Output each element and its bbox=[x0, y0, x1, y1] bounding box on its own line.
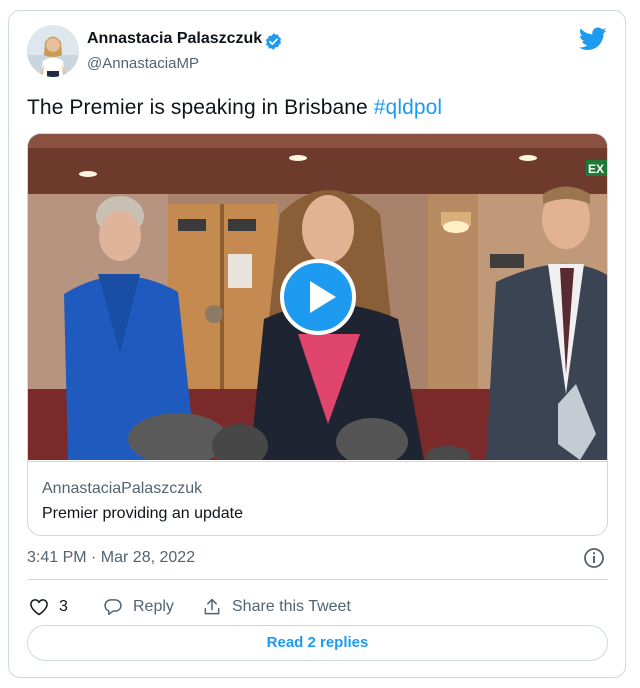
info-icon[interactable] bbox=[583, 547, 605, 569]
card-title: Premier providing an update bbox=[42, 505, 244, 522]
hashtag-link[interactable]: #qldpol bbox=[374, 96, 442, 119]
tweet-body: The Premier is speaking in Brisbane bbox=[27, 96, 374, 119]
play-button[interactable] bbox=[280, 259, 356, 335]
reply-icon bbox=[104, 599, 122, 616]
author-name[interactable]: Annastacia Palaszczuk bbox=[87, 30, 262, 48]
tweet-timestamp[interactable]: 3:41 PM · Mar 28, 2022 bbox=[27, 549, 195, 567]
like-count: 3 bbox=[59, 598, 68, 615]
tweet-card: Annastacia Palaszczuk @AnnastaciaMP The … bbox=[8, 10, 626, 678]
media-card[interactable]: EX AnnastaciaPalaszczuk Premier providin… bbox=[27, 133, 608, 536]
verified-badge-icon bbox=[265, 33, 282, 50]
reply-button[interactable]: Reply bbox=[103, 595, 174, 619]
video-thumbnail[interactable]: EX bbox=[28, 134, 607, 460]
divider bbox=[27, 579, 608, 580]
like-button[interactable]: 3 bbox=[29, 595, 68, 619]
reply-label: Reply bbox=[133, 598, 174, 615]
tweet-text: The Premier is speaking in Brisbane #qld… bbox=[27, 96, 442, 120]
avatar[interactable] bbox=[27, 25, 79, 77]
card-source: AnnastaciaPalaszczuk bbox=[42, 480, 203, 497]
read-replies-button[interactable]: Read 2 replies bbox=[27, 625, 608, 661]
card-footer[interactable]: AnnastaciaPalaszczuk Premier providing a… bbox=[28, 461, 607, 535]
share-label: Share this Tweet bbox=[232, 598, 351, 615]
play-icon bbox=[310, 281, 336, 313]
exit-sign: EX bbox=[588, 162, 604, 176]
author-handle[interactable]: @AnnastaciaMP bbox=[87, 55, 199, 72]
share-icon bbox=[204, 598, 220, 615]
twitter-bird-icon[interactable] bbox=[579, 27, 607, 51]
share-button[interactable]: Share this Tweet bbox=[202, 595, 351, 619]
heart-icon bbox=[30, 599, 48, 616]
